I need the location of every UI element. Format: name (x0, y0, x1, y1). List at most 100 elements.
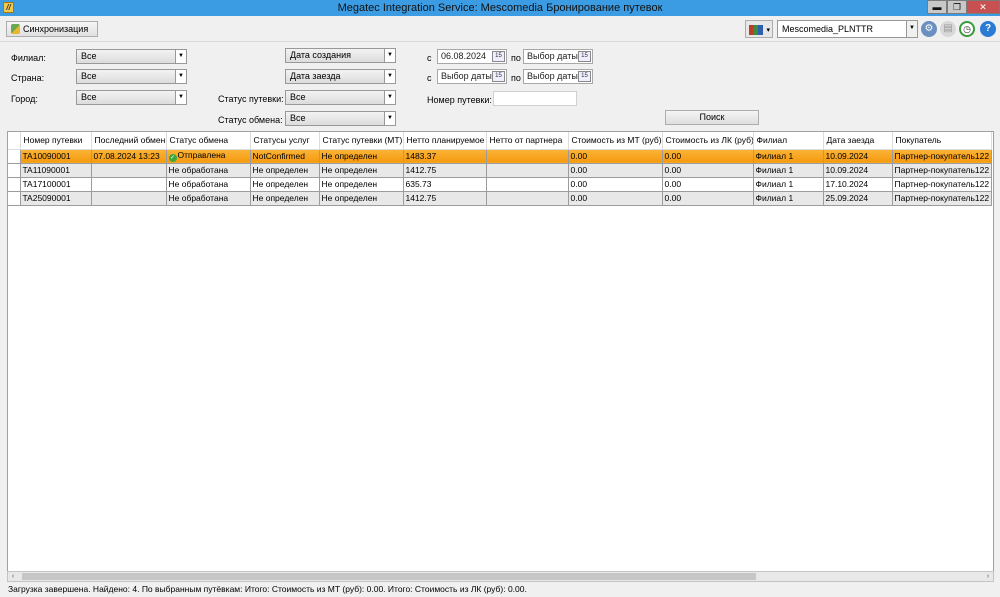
table-cell[interactable]: TA25090001 (20, 191, 92, 206)
trip-number-input[interactable] (493, 91, 577, 106)
date-type-2-select[interactable]: Дата заезда ▼ (285, 69, 396, 84)
trip-status-select[interactable]: Все ▼ (285, 90, 396, 105)
table-cell[interactable]: 1412.75 (403, 163, 487, 178)
table-cell[interactable] (486, 163, 569, 178)
column-header[interactable]: Последний обмен (91, 132, 167, 150)
table-cell[interactable] (91, 191, 167, 206)
chevron-down-icon: ▼ (906, 21, 917, 37)
table-cell[interactable]: Не определен (250, 191, 320, 206)
table-cell[interactable]: 1412.75 (403, 191, 487, 206)
table-cell[interactable]: 0.00 (568, 149, 663, 164)
table-cell[interactable]: 10.09.2024 (823, 149, 893, 164)
exchange-status-select[interactable]: Все ▼ (285, 111, 396, 126)
database-menu-button[interactable]: ▾ (745, 20, 773, 38)
table-cell[interactable]: Филиал 1 (753, 149, 824, 164)
date1-to-picker[interactable]: Выбор даты 15 (523, 49, 593, 64)
close-button[interactable]: ✕ (966, 0, 1000, 14)
table-cell[interactable]: 1483.37 (403, 149, 487, 164)
date-type-1-select[interactable]: Дата создания ▼ (285, 48, 396, 63)
table-cell[interactable]: Партнер-покупатель122 (892, 177, 992, 192)
row-header[interactable] (8, 191, 21, 206)
restore-button[interactable]: ❐ (947, 0, 967, 14)
column-header[interactable]: Филиал (753, 132, 824, 150)
table-cell[interactable]: 0.00 (568, 163, 663, 178)
scrollbar-thumb[interactable] (22, 573, 756, 580)
column-header[interactable]: Стоимость из МТ (руб) (568, 132, 663, 150)
table-cell[interactable] (91, 163, 167, 178)
table-row[interactable]: TA17100001 Не обработана Не определен Не… (8, 177, 992, 192)
table-row[interactable]: TA25090001 Не обработана Не определен Не… (8, 191, 992, 206)
table-cell[interactable]: 25.09.2024 (823, 191, 893, 206)
table-cell[interactable] (486, 177, 569, 192)
table-cell[interactable]: Не определен (319, 149, 404, 164)
scroll-right-icon[interactable]: › (983, 572, 993, 581)
table-cell[interactable]: Не определен (319, 191, 404, 206)
city-select[interactable]: Все ▼ (76, 90, 187, 105)
table-cell[interactable]: 635.73 (403, 177, 487, 192)
table-cell[interactable]: Не обработана (166, 191, 251, 206)
table-row[interactable]: TA10090001 07.08.2024 13:23 ✓ Отправлена … (8, 149, 992, 164)
table-cell[interactable]: 0.00 (662, 191, 754, 206)
exchange-status-value: Все (290, 113, 306, 123)
city-label: Город: (11, 94, 38, 104)
table-cell[interactable]: TA17100001 (20, 177, 92, 192)
table-cell[interactable]: TA11090001 (20, 163, 92, 178)
table-cell[interactable]: ✓ Отправлена (166, 149, 251, 164)
row-header[interactable] (8, 177, 21, 192)
date2-to-picker[interactable]: Выбор даты 15 (523, 69, 593, 84)
table-cell[interactable]: TA10090001 (20, 149, 92, 164)
table-cell[interactable] (486, 149, 569, 164)
sync-button-label: Синхронизация (23, 24, 89, 34)
table-cell[interactable]: 0.00 (662, 163, 754, 178)
column-header[interactable]: Покупатель (892, 132, 992, 150)
table-cell[interactable]: 10.09.2024 (823, 163, 893, 178)
row-header[interactable] (8, 149, 21, 164)
table-cell[interactable]: Филиал 1 (753, 191, 824, 206)
date1-from-picker[interactable]: 06.08.2024 15 (437, 49, 507, 64)
table-cell[interactable]: Филиал 1 (753, 177, 824, 192)
branch-select[interactable]: Все ▼ (76, 49, 187, 64)
grid-settings-icon[interactable]: ▤ (940, 21, 956, 37)
table-cell[interactable]: 0.00 (662, 177, 754, 192)
table-cell[interactable]: Партнер-покупатель122 (892, 191, 992, 206)
row-header[interactable] (8, 163, 21, 178)
column-header[interactable]: Статус путевки (МТ) (319, 132, 404, 150)
column-header[interactable]: Нетто от партнера (486, 132, 569, 150)
help-icon[interactable]: ? (980, 21, 996, 37)
table-row[interactable]: TA11090001 Не обработана Не определен Не… (8, 163, 992, 178)
table-cell[interactable] (91, 177, 167, 192)
column-header[interactable]: Статусы услуг (250, 132, 320, 150)
table-cell[interactable]: Не определен (250, 163, 320, 178)
country-select[interactable]: Все ▼ (76, 69, 187, 84)
database-select[interactable]: Mescomedia_PLNTTR ▼ (777, 20, 918, 38)
table-cell[interactable]: Не определен (250, 177, 320, 192)
table-cell[interactable]: 17.10.2024 (823, 177, 893, 192)
column-header[interactable]: Нетто планируемое (403, 132, 487, 150)
scroll-left-icon[interactable]: ‹ (8, 572, 18, 581)
table-cell[interactable]: Не обработана (166, 177, 251, 192)
table-cell[interactable]: Не обработана (166, 163, 251, 178)
settings-gear-icon[interactable]: ⚙ (921, 21, 937, 37)
sync-button[interactable]: Синхронизация (6, 21, 98, 37)
search-button[interactable]: Поиск (665, 110, 759, 125)
column-header[interactable]: Статус обмена (166, 132, 251, 150)
table-cell[interactable]: Не определен (319, 163, 404, 178)
table-cell[interactable]: Партнер-покупатель122 (892, 163, 992, 178)
minimize-button[interactable]: ▬ (927, 0, 947, 14)
table-cell[interactable]: Филиал 1 (753, 163, 824, 178)
column-header[interactable]: Дата заезда (823, 132, 893, 150)
date2-from-picker[interactable]: Выбор даты 15 (437, 69, 507, 84)
table-cell[interactable]: 0.00 (568, 177, 663, 192)
table-cell[interactable] (486, 191, 569, 206)
table-cell[interactable]: Не определен (319, 177, 404, 192)
table-cell[interactable]: 0.00 (662, 149, 754, 164)
horizontal-scrollbar[interactable]: ‹ › (7, 571, 994, 582)
table-cell[interactable]: 0.00 (568, 191, 663, 206)
column-header[interactable]: Стоимость из ЛК (руб) (662, 132, 754, 150)
clock-icon[interactable]: ◷ (959, 21, 975, 37)
column-header[interactable]: Номер путевки (20, 132, 92, 150)
city-select-value: Все (81, 92, 97, 102)
table-cell[interactable]: 07.08.2024 13:23 (91, 149, 167, 164)
table-cell[interactable]: Партнер-покупатель122 (892, 149, 992, 164)
table-cell[interactable]: NotConfirmed (250, 149, 320, 164)
